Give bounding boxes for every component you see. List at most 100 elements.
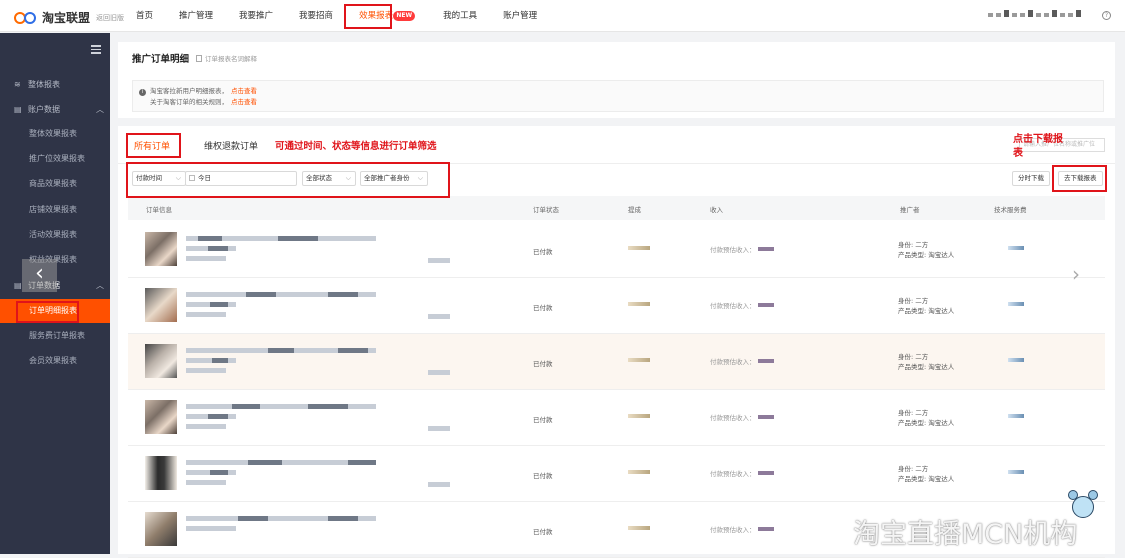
sidebar-item-label: 账户数据 (28, 105, 60, 114)
income-value: 付款预估收入： (710, 468, 774, 478)
sidebar-item-label: 整体效果报表 (29, 129, 77, 138)
split-download-button[interactable]: 分时下载 (1012, 171, 1050, 186)
col-commission: 提成 (628, 206, 641, 214)
table-icon: ▤ (14, 281, 22, 290)
income-label: 付款预估收入： (710, 358, 756, 366)
order-status: 已付款 (533, 360, 553, 368)
logo-text: 淘宝联盟 (42, 11, 91, 25)
promoter-role: 身份: 二方 (898, 409, 929, 417)
order-status: 已付款 (533, 472, 553, 480)
commission-value (628, 470, 650, 474)
sidebar-item-product-effect-report[interactable]: 商品效果报表 (0, 172, 110, 196)
commission-value (628, 358, 650, 362)
commission-value (628, 414, 650, 418)
income-label: 付款预估收入： (710, 246, 756, 254)
sidebar-item-label: 整体报表 (28, 80, 60, 89)
tech-service-fee-value (1008, 246, 1024, 250)
sidebar-item-service-fee-order-report[interactable]: 服务费订单报表 (0, 324, 110, 348)
annotation-box-all-orders-tab (126, 133, 181, 158)
promoter-role: 身份: 二方 (898, 297, 929, 305)
nav-i-want-to-recruit[interactable]: 我要招商 (299, 0, 333, 32)
annotation-download-note: 点击下载报表 (1013, 134, 1063, 159)
product-thumbnail (145, 456, 177, 490)
commission-value (628, 302, 650, 306)
back-to-old-version-link[interactable]: 返回旧版 (96, 13, 124, 23)
annotation-box-filters (126, 162, 450, 198)
income-label: 付款预估收入： (710, 302, 756, 310)
promoter-type: 产品类型: 淘宝达人 (898, 419, 955, 427)
question-circle-icon[interactable]: ? (1102, 11, 1111, 20)
sidebar-item-campaign-effect-report[interactable]: 活动效果报表 (0, 223, 110, 247)
chevron-up-icon: ︿ (96, 281, 104, 290)
tech-service-fee-value (1008, 302, 1024, 306)
col-order-info: 订单信息 (146, 206, 172, 214)
page-title: 推广订单明细 (132, 54, 190, 65)
promoter-info: 身份: 二方 产品类型: 淘宝达人 (898, 352, 954, 372)
chevron-left-icon[interactable]: ‹ (22, 259, 57, 292)
sidebar-item-overall-effect-report[interactable]: 整体效果报表 (0, 122, 110, 146)
promoter-role: 身份: 二方 (898, 465, 929, 473)
col-promoter: 推广者 (900, 206, 920, 214)
logo[interactable]: 淘宝联盟 返回旧版 (14, 9, 124, 26)
sidebar: ≋ 整体报表 ▤ 账户数据 ︿ 整体效果报表 推广位效果报表 商品效果报表 店铺… (0, 33, 110, 554)
income-value: 付款预估收入： (710, 524, 774, 534)
table-row[interactable]: 已付款 付款预估收入： 身份: 二方 产品类型: 淘宝达人 (128, 390, 1105, 446)
order-status: 已付款 (533, 304, 553, 312)
col-income: 收入 (710, 206, 723, 214)
product-thumbnail (145, 400, 177, 434)
watermark: 淘宝直播MCN机构 (853, 519, 1078, 550)
nav-home[interactable]: 首页 (136, 0, 153, 32)
order-status: 已付款 (533, 248, 553, 256)
nav-promotion-management[interactable]: 推广管理 (179, 0, 213, 32)
user-account-info[interactable] (988, 10, 1081, 17)
nav-my-tools[interactable]: 我的工具 (443, 0, 477, 32)
sidebar-item-overall-reports[interactable]: ≋ 整体报表 (0, 73, 110, 97)
annotation-box-effect-reports (344, 4, 392, 29)
notice-link-2[interactable]: 点击查看 (231, 98, 257, 106)
income-value: 付款预估收入： (710, 356, 774, 366)
promoter-type: 产品类型: 淘宝达人 (898, 251, 955, 259)
tab-refund-orders[interactable]: 维权退款订单 (204, 135, 258, 159)
tech-service-fee-value (1008, 358, 1024, 362)
notice-link-1[interactable]: 点击查看 (231, 87, 257, 95)
sidebar-item-shop-effect-report[interactable]: 店铺效果报表 (0, 198, 110, 222)
promoter-info: 身份: 二方产品类型: 淘宝达人 (898, 240, 954, 260)
promoter-role: 身份: 二方 (898, 353, 929, 361)
tech-service-fee-value (1008, 414, 1024, 418)
sidebar-item-adzone-effect-report[interactable]: 推广位效果报表 (0, 147, 110, 171)
glossary-link-label: 订单报表名词解释 (205, 55, 257, 63)
promoter-info: 身份: 二方产品类型: 淘宝达人 (898, 408, 954, 428)
nav-account-management[interactable]: 账户管理 (503, 0, 537, 32)
notice-line-2: 关于淘客订单的相关规则， (150, 98, 228, 106)
income-label: 付款预估收入： (710, 526, 756, 534)
sidebar-item-label: 商品效果报表 (29, 179, 77, 188)
alimama-logo-icon (14, 11, 38, 24)
income-value: 付款预估收入： (710, 412, 774, 422)
promoter-role: 身份: 二方 (898, 241, 929, 249)
layers-icon: ≋ (14, 80, 21, 89)
menu-collapse-icon[interactable] (91, 45, 101, 56)
table-row[interactable]: 已付款 付款预估收入： 身份: 二方产品类型: 淘宝达人 (128, 222, 1105, 278)
table-row[interactable]: 已付款 付款预估收入： 身份: 二方 产品类型: 淘宝达人 (128, 278, 1105, 334)
product-thumbnail (145, 288, 177, 322)
info-icon: i (139, 89, 146, 96)
col-order-status: 订单状态 (533, 206, 559, 214)
tech-service-fee-value (1008, 470, 1024, 474)
order-status: 已付款 (533, 528, 553, 536)
commission-value (628, 246, 650, 250)
sidebar-item-member-effect-report[interactable]: 会员效果报表 (0, 349, 110, 373)
nav-i-want-to-promote[interactable]: 我要推广 (239, 0, 273, 32)
annotation-box-order-detail-report (16, 301, 79, 323)
sidebar-item-label: 服务费订单报表 (29, 331, 85, 340)
sidebar-item-label: 活动效果报表 (29, 230, 77, 239)
table-row[interactable]: 已付款 付款预估收入： 身份: 二方 产品类型: 淘宝达人 (128, 334, 1105, 390)
sidebar-item-label: 推广位效果报表 (29, 154, 85, 163)
document-icon (196, 55, 202, 62)
chevron-right-icon[interactable]: › (1072, 262, 1080, 286)
sidebar-item-label: 店铺效果报表 (29, 205, 77, 214)
glossary-link[interactable]: 订单报表名词解释 (196, 53, 257, 63)
sidebar-item-account-data[interactable]: ▤ 账户数据 ︿ (0, 98, 110, 122)
table-icon: ▤ (14, 105, 22, 114)
table-row[interactable]: 已付款 付款预估收入： 身份: 二方 产品类型: 淘宝达人 (128, 446, 1105, 502)
annotation-box-download-button (1052, 165, 1107, 192)
